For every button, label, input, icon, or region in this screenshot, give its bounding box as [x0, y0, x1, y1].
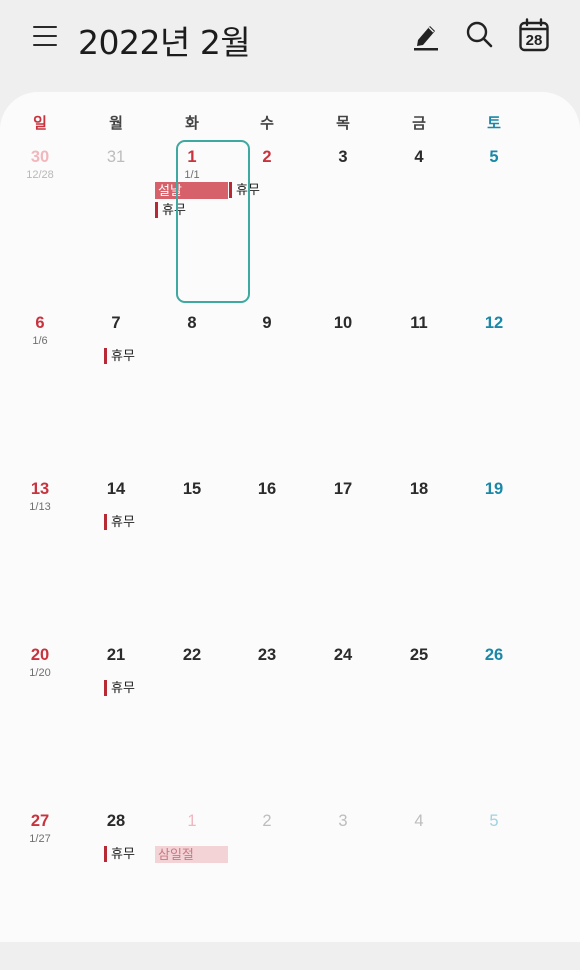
day-number: 11: [410, 314, 428, 332]
day-number: 21: [106, 646, 126, 664]
weekday-label: 월: [109, 115, 123, 132]
day-number: 4: [414, 812, 424, 830]
today-calendar-icon[interactable]: 28: [518, 18, 550, 52]
calendar-day-cell[interactable]: 3: [305, 140, 381, 306]
calendar-day-cell[interactable]: 21 휴무: [78, 638, 154, 804]
lunar-date: 12/28: [26, 169, 54, 181]
calendar-day-cell[interactable]: 11: [381, 306, 457, 472]
calendar-day-cell[interactable]: 20 1/20: [2, 638, 78, 804]
calendar-day-cell[interactable]: 30 12/28: [2, 140, 78, 306]
calendar-day-cell[interactable]: 25: [381, 638, 457, 804]
menu-icon[interactable]: [33, 26, 57, 46]
calendar-day-cell[interactable]: 2: [229, 804, 305, 970]
calendar-day-cell[interactable]: 27 1/27: [2, 804, 78, 970]
app-header: 2022년 2월 28: [0, 0, 580, 90]
day-number: 6: [35, 314, 45, 332]
calendar-day-cell[interactable]: 24: [305, 638, 381, 804]
day-number: 17: [333, 480, 353, 498]
calendar-day-cell[interactable]: 26: [456, 638, 532, 804]
weekday-label: 화: [185, 115, 199, 132]
event-item[interactable]: 휴무: [104, 348, 135, 364]
calendar-day-cell[interactable]: 28 휴무: [78, 804, 154, 970]
day-number: 28: [106, 812, 126, 830]
day-number: 9: [262, 314, 272, 332]
selected-day-outline: [176, 140, 250, 303]
today-date-label: 28: [525, 32, 543, 49]
calendar-day-cell[interactable]: 4: [381, 140, 457, 306]
weekday-label: 수: [260, 115, 274, 132]
calendar-day-cell[interactable]: 17: [305, 472, 381, 638]
lunar-date: 1/27: [29, 833, 51, 845]
event-item[interactable]: 휴무: [104, 514, 135, 530]
day-number: 10: [333, 314, 353, 332]
calendar-day-cell[interactable]: 23: [229, 638, 305, 804]
day-number: 23: [257, 646, 277, 664]
calendar-day-cell[interactable]: 9: [229, 306, 305, 472]
calendar-day-cell[interactable]: 19: [456, 472, 532, 638]
weekday-label: 금: [412, 115, 426, 132]
calendar-day-cell[interactable]: 15: [154, 472, 230, 638]
calendar-day-cell[interactable]: 7 휴무: [78, 306, 154, 472]
calendar-day-cell[interactable]: 18: [381, 472, 457, 638]
event-item[interactable]: 휴무: [104, 846, 135, 862]
calendar-day-cell[interactable]: 4: [381, 804, 457, 970]
day-number: 26: [484, 646, 504, 664]
lunar-date: 1/13: [29, 501, 51, 513]
day-number: 19: [484, 480, 504, 498]
day-number: 18: [409, 480, 429, 498]
day-number: 13: [30, 480, 50, 498]
calendar-day-cell[interactable]: 5: [456, 804, 532, 970]
edit-pen-icon[interactable]: [410, 18, 442, 52]
day-number: 27: [30, 812, 50, 830]
day-number: 5: [489, 148, 499, 166]
weekday-label: 일: [33, 115, 47, 132]
day-number: 14: [106, 480, 126, 498]
lunar-date: 1/20: [29, 667, 51, 679]
day-number: 20: [30, 646, 50, 664]
calendar-day-cell[interactable]: 10: [305, 306, 381, 472]
event-item[interactable]: 휴무: [104, 680, 135, 696]
day-number: 4: [414, 148, 424, 166]
calendar-day-cell[interactable]: 31: [78, 140, 154, 306]
day-number: 2: [262, 812, 272, 830]
search-icon[interactable]: [464, 18, 496, 52]
day-number: 5: [489, 812, 499, 830]
calendar-day-cell[interactable]: 13 1/13: [2, 472, 78, 638]
day-number: 3: [338, 812, 348, 830]
calendar-day-cell[interactable]: 14 휴무: [78, 472, 154, 638]
calendar-day-cell[interactable]: 12: [456, 306, 532, 472]
day-number: 12: [484, 314, 504, 332]
lunar-date: 1/6: [32, 335, 48, 347]
calendar-day-cell[interactable]: 22: [154, 638, 230, 804]
calendar-day-cell[interactable]: 6 1/6: [2, 306, 78, 472]
day-number: 30: [30, 148, 50, 166]
calendar-day-cell[interactable]: 8: [154, 306, 230, 472]
weekday-label: 토: [487, 115, 501, 132]
holiday-event-bar[interactable]: 삼일절: [155, 846, 228, 863]
calendar-day-cell[interactable]: 16: [229, 472, 305, 638]
calendar-day-cell[interactable]: 1 삼일절: [154, 804, 230, 970]
day-number: 15: [182, 480, 202, 498]
weekday-label: 목: [336, 115, 350, 132]
calendar-day-cell[interactable]: 3: [305, 804, 381, 970]
month-title[interactable]: 2022년 2월: [78, 16, 251, 64]
day-number: 16: [257, 480, 277, 498]
calendar-day-cell[interactable]: 5: [456, 140, 532, 306]
day-number: 7: [111, 314, 121, 332]
day-number: 22: [182, 646, 202, 664]
day-number: 8: [187, 314, 197, 332]
day-number: 31: [106, 148, 126, 166]
day-number: 25: [409, 646, 429, 664]
day-number: 1: [187, 812, 197, 830]
day-number: 3: [338, 148, 348, 166]
day-number: 24: [333, 646, 353, 664]
